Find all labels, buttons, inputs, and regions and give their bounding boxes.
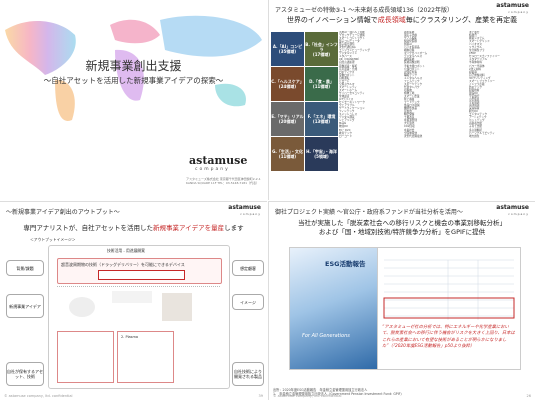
- logo-text: astamuse: [496, 204, 529, 211]
- slide-footer: © astamuse company, ltd. confidential 26: [273, 394, 531, 398]
- heading-highlight: 新規事業アイデアを量産: [152, 224, 225, 232]
- logo-sub-text: company: [240, 212, 261, 216]
- company-logo: astamuse: [189, 154, 248, 167]
- tile-count: (11領域): [312, 84, 331, 89]
- heading-post: 毎にクラスタリング、産業を再定義: [405, 16, 518, 24]
- company-logo-small: astamuse company: [496, 205, 529, 217]
- footer-copyright: © astamuse company, ltd. confidential: [4, 394, 73, 398]
- diagram-photo: [162, 293, 192, 321]
- box-new-idea: 新規事業アイデア: [6, 294, 44, 318]
- diagram-block: [112, 291, 152, 303]
- page-number: 39: [258, 394, 263, 398]
- tile-count: (5領域): [314, 154, 329, 159]
- page-number: 26: [526, 394, 531, 398]
- heading-line-2: および「国・地域別技術/特許競争力分析」をGPIFに提供: [318, 228, 486, 236]
- heading-highlight: 成長領域: [377, 16, 406, 24]
- panel-tab: 技術活用 - 用途展開案: [107, 248, 145, 253]
- slide-footer: © astamuse company, ltd. confidential 39: [4, 394, 263, 398]
- list-column-2: 再生医療 遺伝子治療 ゲノム編集 個別化医療 創薬AI バイオ医薬品 細胞培養 マイクロバイオ…: [404, 31, 466, 189]
- slide-title: ～新規事業アイデア創出のアウトプット～: [6, 209, 120, 216]
- card-mid: 2. Plasma: [117, 331, 174, 383]
- slide-growth-areas: アスタミューゼの特徴③-1 ～未来創る成長領域136（2022年版） astam…: [268, 0, 535, 200]
- report-tagline: For All Generations: [302, 333, 350, 339]
- tile-count: (24領域): [278, 84, 297, 89]
- company-logo-small: astamuse company: [496, 3, 529, 15]
- list-column-3: 洋上風力 核融合 蓄電システム スマートグリッド バイオマス リサイクル 生分解性プラ CFR…: [469, 31, 531, 189]
- list-item: 次世代太陽電池: [404, 134, 423, 138]
- growth-area-list: 汎用AI・強い人工知能 ブロックチェーン技術 スマートコントラクト 量子コンピュータ量…: [339, 31, 531, 189]
- category-tiles: A.「AI」コンピ (35領域) B.「社会」インフラ (17領域) C.「ヘルスケア」…: [271, 32, 338, 171]
- slide-gpif-project: 御社プロジェクト実績 ～官公庁・政府系ファンドが当社分析を活用～ astamus…: [268, 201, 535, 400]
- report-title: ESG活動報告: [325, 260, 366, 268]
- slide-output: ～新規事業アイデア創出のアウトプット～ astamuse company 専門ア…: [0, 201, 267, 400]
- company-logo-sub: company: [195, 167, 230, 172]
- slide-heading: 専門アナリストが、自社アセットを活用した新規事業アイデアを量産します: [0, 222, 267, 232]
- category-tile: A.「AI」コンピ (35領域): [271, 32, 304, 66]
- category-tile: E.「マテ」リアル (20領域): [271, 102, 304, 136]
- panel-title-box: 超音波周期物の技術（ドラッグデリバリー）を可能にできるデバイス: [57, 258, 222, 284]
- heading-pre: 世界のイノベーション情報で: [286, 16, 378, 24]
- list-item: ローコード: [339, 134, 352, 138]
- logo-text: astamuse: [228, 204, 261, 211]
- output-image-label: ＜アウトプットイメージ＞: [30, 237, 76, 242]
- category-tile: H.「宇宙」・海洋 (5領域): [305, 137, 338, 171]
- list-column-1: 汎用AI・強い人工知能 ブロックチェーン技術 スマートコントラクト 量子コンピュータ量…: [339, 31, 401, 189]
- category-tile: G.「生活」・文化 (11領域): [271, 137, 304, 171]
- box-own-assets: 自社が保有するアセット、技術: [6, 362, 44, 386]
- slide-heading: 世界のイノベーション情報で成長領域毎にクラスタリング、産業を再定義: [269, 15, 535, 25]
- company-address: アスタミューズ株式会社 東京都千代田区神田錦町2-2-1 KANDA SQUAR…: [186, 177, 261, 185]
- tile-count: (35領域): [278, 49, 297, 54]
- tile-label: B.「社会」インフラ: [305, 41, 338, 52]
- list-item: 地方創生: [469, 134, 480, 138]
- device-image: [69, 297, 95, 317]
- diagram-area: [57, 286, 220, 327]
- category-tile: B.「社会」インフラ (17領域): [305, 32, 338, 66]
- box-image: イメージ: [232, 294, 264, 310]
- card-left: [57, 331, 114, 383]
- panel-title: 超音波周期物の技術（ドラッグデリバリー）を可能にできるデバイス: [61, 262, 185, 267]
- slide-heading: 当社が実施した「脱炭素社会への移行リスクと機会の事業別移転分析」 および「国・地…: [269, 219, 535, 237]
- slide-title: 御社プロジェクト実績 ～官公庁・政府系ファンドが当社分析を活用～: [275, 209, 463, 216]
- highlight-box: [98, 270, 185, 280]
- heading-pre: 専門アナリストが、自社アセットを活用した: [23, 224, 153, 232]
- category-tile: F.「エネ」環境 (13領域): [305, 102, 338, 136]
- heading-post: します: [224, 224, 244, 232]
- tile-count: (11領域): [278, 154, 297, 159]
- box-product: 自社技術により開発される製品: [232, 362, 264, 386]
- category-tile: D.「食・農」 (11領域): [305, 67, 338, 101]
- output-panel: 技術活用 - 用途展開案 超音波周期物の技術（ドラッグデリバリー）を可能にできる…: [48, 245, 230, 389]
- logo-text: astamuse: [496, 2, 529, 9]
- category-tile: C.「ヘルスケア」 (24領域): [271, 67, 304, 101]
- report-cover: ESG活動報告 For All Generations: [289, 247, 379, 370]
- box-background-issue: 背景/課題: [6, 260, 44, 276]
- footer-copyright: © astamuse company, ltd. confidential: [273, 394, 342, 398]
- logo-sub-text: company: [508, 212, 529, 216]
- company-logo-small: astamuse company: [228, 205, 261, 217]
- heading-line-1: 当社が実施した「脱炭素社会への移行リスクと機会の事業別移転分析」: [298, 219, 506, 227]
- report-quote: “アスタミューゼ社の分析では、特にエネルギーや化学産業において、脱炭素社会への移…: [382, 325, 515, 349]
- cover-title: 新規事業創出支援: [85, 59, 182, 73]
- cover-subtitle: ～自社アセットを活用した新規事業アイデアの探索～: [43, 76, 224, 85]
- slide-cover: 新規事業創出支援 ～自社アセットを活用した新規事業アイデアの探索～ astamu…: [0, 0, 267, 200]
- tile-count: (13領域): [312, 119, 331, 124]
- tile-count: (20領域): [278, 119, 297, 124]
- card-title: 2. Plasma: [121, 335, 139, 339]
- box-target-customer: 想定顧客: [232, 260, 264, 276]
- report-table: [383, 259, 515, 320]
- report-table-page: [377, 247, 521, 370]
- slide-title: アスタミューゼの特徴③-1 ～未来創る成長領域136（2022年版）: [275, 7, 453, 14]
- tile-count: (17領域): [312, 51, 331, 57]
